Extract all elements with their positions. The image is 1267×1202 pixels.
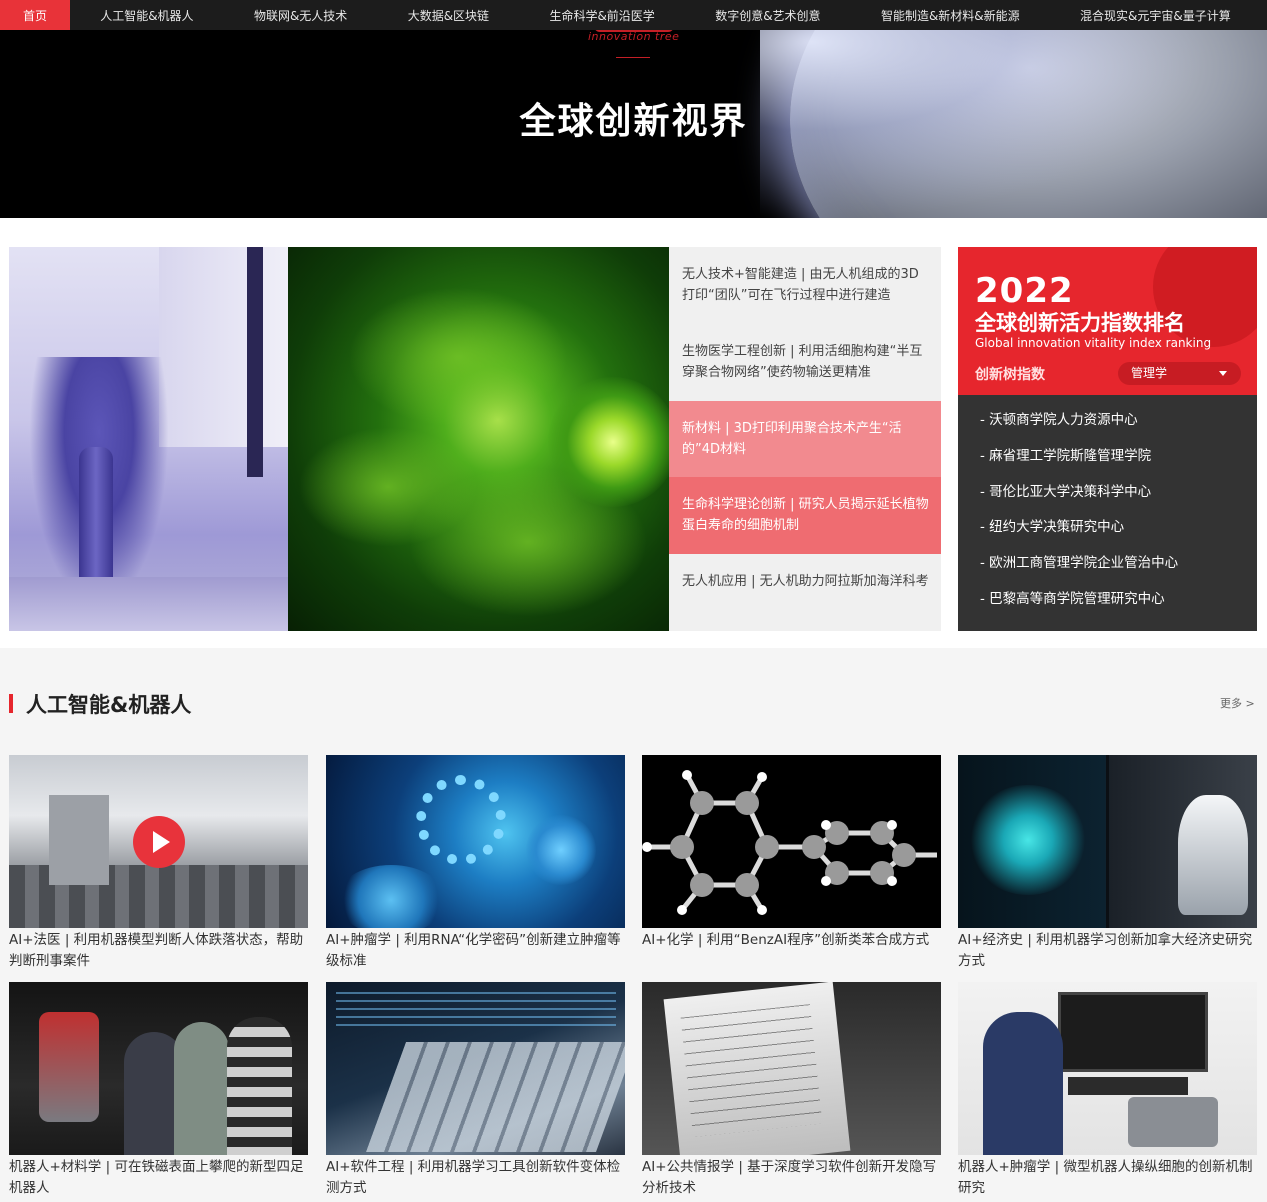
featured-image-3d-print[interactable] <box>9 247 288 631</box>
nav-items: 人工智能&机器人 物联网&无人技术 大数据&区块链 生命科学&前沿医学 数字创意… <box>70 7 1267 24</box>
nav-item-mixed-reality[interactable]: 混合现实&元宇宙&量子计算 <box>1080 7 1231 24</box>
image-frond <box>348 287 568 427</box>
nav-item-iot[interactable]: 物联网&无人技术 <box>254 7 347 24</box>
card-caption: AI+肿瘤学 | 利用RNA“化学密码”创新建立肿瘤等级标准 <box>326 932 621 969</box>
image-frond <box>298 427 478 547</box>
nav-item-manufacturing[interactable]: 智能制造&新材料&新能源 <box>881 7 1020 24</box>
ranking-subtitle: Global innovation vitality index ranking <box>975 336 1212 350</box>
nav-item-life-science[interactable]: 生命科学&前沿医学 <box>549 7 654 24</box>
card-thumbnail[interactable] <box>326 982 625 1155</box>
play-video-icon[interactable] <box>133 816 185 868</box>
ranking-panel: 2022 全球创新活力指数排名 Global innovation vitali… <box>958 247 1257 631</box>
image-divider <box>1106 755 1109 928</box>
image-person <box>227 1017 292 1155</box>
brand-tagline: innovation tree <box>588 30 680 43</box>
news-item-text: 无人机应用 | 无人机助力阿拉斯加海洋科考 <box>682 574 929 590</box>
ranking-label: 创新树指数 <box>975 367 1045 383</box>
article-card[interactable]: AI+软件工程 | 利用机器学习工具创新软件变体检测方式 <box>326 982 625 1201</box>
image-person <box>174 1022 229 1155</box>
image-microscope <box>1128 1097 1218 1147</box>
card-thumbnail[interactable] <box>326 755 625 928</box>
image-pole <box>247 247 263 477</box>
news-item[interactable]: 无人机应用 | 无人机助力阿拉斯加海洋科考 <box>669 554 941 631</box>
ranking-year: 2022 <box>975 271 1074 311</box>
article-card[interactable]: 机器人+材料学 | 可在铁磁表面上攀爬的新型四足机器人 <box>9 982 308 1201</box>
caret-down-icon <box>1219 371 1227 376</box>
ranking-item[interactable]: - 欧洲工商管理学院企业管治中心 <box>980 552 1257 588</box>
featured-image-plant[interactable] <box>288 247 669 631</box>
card-caption: AI+化学 | 利用“BenzAI程序”创新类苯合成方式 <box>642 932 930 948</box>
news-item-text: 新材料 | 3D打印利用聚合技术产生“活的”4D材料 <box>682 420 902 457</box>
card-thumbnail[interactable] <box>9 982 308 1155</box>
image-robot <box>1178 795 1248 915</box>
card-caption: AI+经济史 | 利用机器学习创新加拿大经济史研究方式 <box>958 932 1253 969</box>
ranking-list: - 沃顿商学院人力资源中心 - 麻省理工学院斯隆管理学院 - 哥伦比亚大学决策科… <box>958 395 1257 624</box>
image-virus <box>526 815 596 885</box>
card-caption: 机器人+材料学 | 可在铁磁表面上攀爬的新型四足机器人 <box>9 1159 304 1196</box>
hero-banner: innovation tree 全球创新视界 <box>0 30 1267 218</box>
nav-home[interactable]: 首页 <box>0 0 70 30</box>
image-keyboard <box>365 1042 625 1152</box>
image-robot <box>39 1012 99 1122</box>
card-caption: AI+软件工程 | 利用机器学习工具创新软件变体检测方式 <box>326 1159 621 1196</box>
section-title: 人工智能&机器人 <box>26 693 192 717</box>
play-triangle <box>153 831 170 853</box>
image-keyboard <box>1068 1077 1188 1095</box>
ranking-item[interactable]: - 巴黎高等商学院管理研究中心 <box>980 588 1257 624</box>
ranking-header: 2022 全球创新活力指数排名 Global innovation vitali… <box>958 247 1257 395</box>
article-card[interactable]: AI+经济史 | 利用机器学习创新加拿大经济史研究方式 <box>958 755 1257 974</box>
image-code-overlay <box>336 992 616 1032</box>
page-title: 全球创新视界 <box>519 101 748 142</box>
card-thumbnail[interactable] <box>642 982 941 1155</box>
news-item-text: 生物医学工程创新 | 利用活细胞构建“半互穿聚合物网络”使药物输送更精准 <box>682 343 923 380</box>
ranking-item[interactable]: - 纽约大学决策研究中心 <box>980 516 1257 552</box>
section-accent-bar <box>9 694 13 713</box>
image-monitor <box>1058 992 1208 1072</box>
image-flower-center <box>548 377 669 507</box>
nav-item-bigdata[interactable]: 大数据&区块链 <box>408 7 489 24</box>
image-handwriting <box>680 1004 823 1138</box>
article-card[interactable]: AI+公共情报学 | 基于深度学习软件创新开发隐写分析技术 <box>642 982 941 1201</box>
news-item-text: 无人技术+智能建造 | 由无人机组成的3D打印“团队”可在飞行过程中进行建造 <box>682 267 919 303</box>
news-item-text: 生命科学理论创新 | 研究人员揭示延长植物蛋白寿命的细胞机制 <box>682 497 929 534</box>
image-person <box>983 1012 1063 1155</box>
card-caption: AI+公共情报学 | 基于深度学习软件创新开发隐写分析技术 <box>642 1159 937 1196</box>
molecule-illustration <box>642 770 937 915</box>
card-thumbnail[interactable] <box>958 755 1257 928</box>
article-card[interactable]: 机器人+肿瘤学 | 微型机器人操纵细胞的创新机制研究 <box>958 982 1257 1201</box>
image-shelf <box>9 577 288 631</box>
more-link[interactable]: 更多 > <box>1220 695 1255 711</box>
featured-news-list: 无人技术+智能建造 | 由无人机组成的3D打印“团队”可在飞行过程中进行建造 生… <box>669 247 941 631</box>
ranking-item[interactable]: - 沃顿商学院人力资源中心 <box>980 409 1257 445</box>
article-card[interactable]: AI+法医 | 利用机器模型判断人体跌落状态，帮助判断刑事案件 <box>9 755 308 974</box>
card-caption: AI+法医 | 利用机器模型判断人体跌落状态，帮助判断刑事案件 <box>9 932 304 969</box>
image-rna-ring <box>416 775 506 865</box>
news-item[interactable]: 无人技术+智能建造 | 由无人机组成的3D打印“团队”可在飞行过程中进行建造 <box>669 247 941 324</box>
logo-divider <box>616 57 650 58</box>
card-caption: 机器人+肿瘤学 | 微型机器人操纵细胞的创新机制研究 <box>958 1159 1253 1196</box>
news-item[interactable]: 生命科学理论创新 | 研究人员揭示延长植物蛋白寿命的细胞机制 <box>669 477 941 555</box>
article-card[interactable]: AI+肿瘤学 | 利用RNA“化学密码”创新建立肿瘤等级标准 <box>326 755 625 974</box>
ranking-title: 全球创新活力指数排名 <box>975 311 1185 335</box>
article-card[interactable]: AI+化学 | 利用“BenzAI程序”创新类苯合成方式 <box>642 755 941 974</box>
image-handwritten-letter <box>663 982 851 1155</box>
top-nav: 首页 人工智能&机器人 物联网&无人技术 大数据&区块链 生命科学&前沿医学 数… <box>0 0 1267 30</box>
nav-item-digital-creative[interactable]: 数字创意&艺术创意 <box>715 7 820 24</box>
ranking-item[interactable]: - 麻省理工学院斯隆管理学院 <box>980 445 1257 481</box>
select-value: 管理学 <box>1131 366 1168 380</box>
ranking-item[interactable]: - 哥伦比亚大学决策科学中心 <box>980 481 1257 517</box>
news-item[interactable]: 生物医学工程创新 | 利用活细胞构建“半互穿聚合物网络”使药物输送更精准 <box>669 323 941 401</box>
ranking-category-select[interactable]: 管理学 <box>1118 362 1241 385</box>
image-brain-circuit <box>968 785 1088 895</box>
image-wall <box>159 247 288 447</box>
card-thumbnail[interactable] <box>958 982 1257 1155</box>
nav-item-ai-robotics[interactable]: 人工智能&机器人 <box>100 7 193 24</box>
image-console <box>49 795 109 885</box>
news-item[interactable]: 新材料 | 3D打印利用聚合技术产生“活的”4D材料 <box>669 400 941 478</box>
card-thumbnail[interactable] <box>9 755 308 928</box>
image-virus <box>336 865 446 928</box>
card-thumbnail[interactable] <box>642 755 941 928</box>
